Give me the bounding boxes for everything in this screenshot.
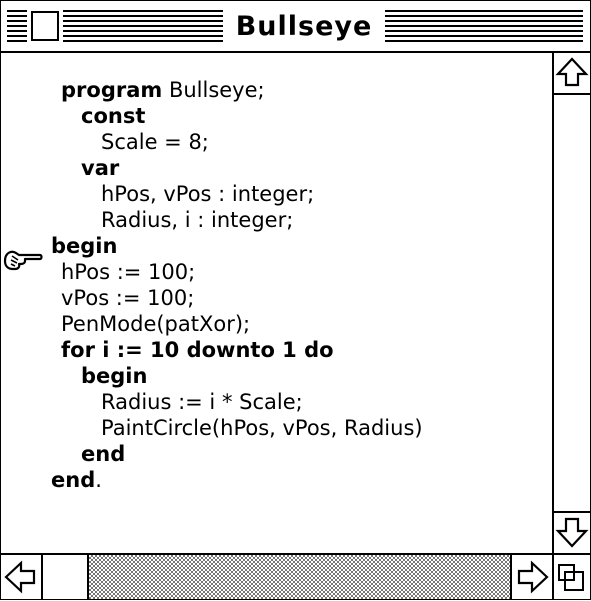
code-keyword: downto xyxy=(186,338,275,362)
editor-window: Bullseye program Bullseye; const Scale = 8… xyxy=(0,0,591,600)
code-keyword: const xyxy=(81,104,146,128)
code-keyword: program xyxy=(61,78,163,102)
code-line[interactable]: const xyxy=(81,103,145,129)
scroll-thumb[interactable] xyxy=(43,555,89,599)
grow-box-graphic xyxy=(558,564,584,591)
horizontal-scrollbar[interactable] xyxy=(1,553,552,599)
code-text: Scale = 8; xyxy=(101,130,209,154)
code-line[interactable]: end. xyxy=(51,467,102,493)
code-keyword: begin xyxy=(81,364,148,388)
code-line[interactable]: PenMode(patXor); xyxy=(61,311,250,337)
code-line[interactable]: Scale = 8; xyxy=(101,129,209,155)
code-area[interactable]: program Bullseye; const Scale = 8; var hPos,… xyxy=(1,53,552,553)
arrow-right-icon[interactable] xyxy=(510,555,552,599)
code-line[interactable]: begin xyxy=(51,233,117,259)
code-line[interactable]: Radius, i : integer; xyxy=(101,207,293,233)
code-line[interactable]: hPos, vPos : integer; xyxy=(101,181,314,207)
code-line[interactable]: hPos := 100; xyxy=(61,259,195,285)
code-keyword: begin xyxy=(51,234,118,258)
arrow-left-icon[interactable] xyxy=(1,555,43,599)
title-stripes-right xyxy=(381,10,583,44)
code-line[interactable]: program Bullseye; xyxy=(61,77,265,103)
hand-pointer-icon xyxy=(3,250,43,271)
code-text: . xyxy=(95,468,102,492)
code-text: Bullseye; xyxy=(162,78,265,102)
code-text: PaintCircle(hPos, vPos, Radius) xyxy=(101,416,423,440)
code-line[interactable]: PaintCircle(hPos, vPos, Radius) xyxy=(101,415,423,441)
code-text: hPos := 100; xyxy=(61,260,196,284)
code-keyword: 1 do xyxy=(274,338,334,362)
code-text: PenMode(patXor); xyxy=(61,312,251,336)
vertical-scrollbar[interactable] xyxy=(552,53,590,553)
code-line[interactable]: begin xyxy=(81,363,147,389)
code-line[interactable]: end xyxy=(81,441,125,467)
code-keyword: for i := 10 xyxy=(61,338,187,362)
code-line[interactable]: var xyxy=(81,155,119,181)
close-box-icon[interactable] xyxy=(27,7,63,45)
code-text: Radius := i * Scale; xyxy=(101,390,303,414)
code-line[interactable]: Radius := i * Scale; xyxy=(101,389,303,415)
arrow-down-icon[interactable] xyxy=(554,511,590,553)
code-keyword: var xyxy=(81,156,120,180)
code-line[interactable]: vPos := 100; xyxy=(61,285,194,311)
code-line[interactable]: for i := 10 downto 1 do xyxy=(61,337,334,363)
code-text: vPos := 100; xyxy=(61,286,195,310)
code-text: hPos, vPos : integer; xyxy=(101,182,315,206)
code-keyword: end xyxy=(51,468,96,492)
window-title: Bullseye xyxy=(223,8,385,46)
grow-box-icon[interactable] xyxy=(552,553,590,599)
title-bar[interactable]: Bullseye xyxy=(1,1,590,53)
code-keyword: end xyxy=(81,442,126,466)
arrow-up-icon[interactable] xyxy=(554,53,590,95)
code-text: Radius, i : integer; xyxy=(101,208,294,232)
